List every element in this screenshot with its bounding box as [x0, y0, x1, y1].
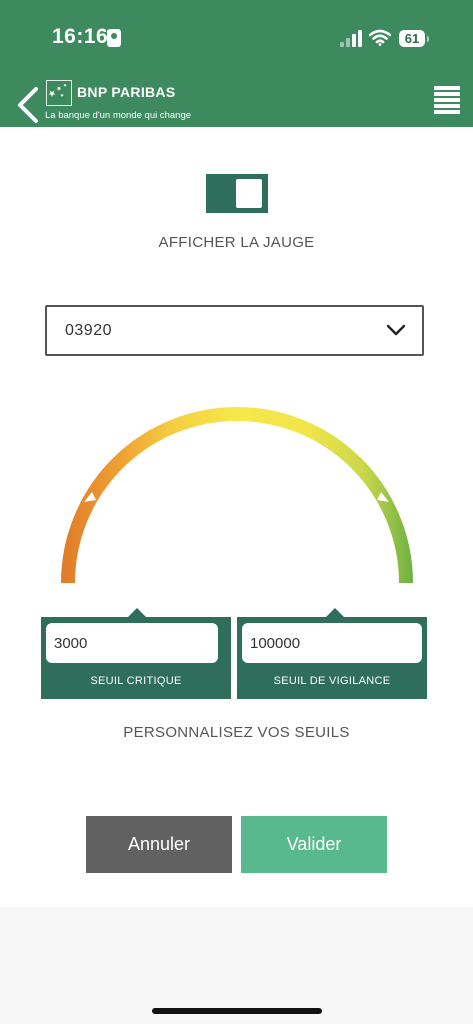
home-indicator[interactable] [152, 1008, 322, 1014]
vigilance-threshold-label: SEUIL DE VIGILANCE [273, 675, 391, 687]
personalize-thresholds-text: PERSONNALISEZ VOS SEUILS [123, 724, 350, 741]
critical-pointer [128, 608, 146, 617]
id-card-icon [107, 29, 121, 47]
critical-threshold-input[interactable] [46, 623, 218, 663]
wifi-icon [369, 29, 391, 46]
brand-name: BNP PARIBAS [77, 84, 176, 100]
brand-tagline: La banque d'un monde qui change [45, 110, 192, 121]
hamburger-menu-icon[interactable] [434, 86, 460, 116]
vigilance-pointer [326, 608, 344, 617]
balance-gauge [61, 407, 413, 584]
status-time: 16:16 [52, 25, 109, 48]
critical-threshold-box: SEUIL CRITIQUE [41, 608, 231, 699]
bnp-logo-icon [46, 80, 72, 106]
signal-icon [340, 30, 364, 47]
cancel-button[interactable]: Annuler [86, 816, 232, 873]
gauge-settings-panel: AFFICHER LA JAUGE 03920 SEUIL CRITIQUE [0, 127, 473, 907]
battery-icon: 61 [399, 30, 429, 47]
app-header: 16:16 61 BNP PARIBAS La banque d'un mond… [0, 0, 473, 127]
gauge-arc [61, 407, 413, 584]
vigilance-threshold-box: SEUIL DE VIGILANCE [237, 608, 427, 699]
validate-button[interactable]: Valider [241, 816, 387, 873]
back-icon[interactable] [14, 85, 44, 125]
vigilance-threshold-input[interactable] [242, 623, 422, 663]
critical-threshold-label: SEUIL CRITIQUE [90, 675, 182, 687]
status-bar: 16:16 61 [0, 0, 473, 78]
